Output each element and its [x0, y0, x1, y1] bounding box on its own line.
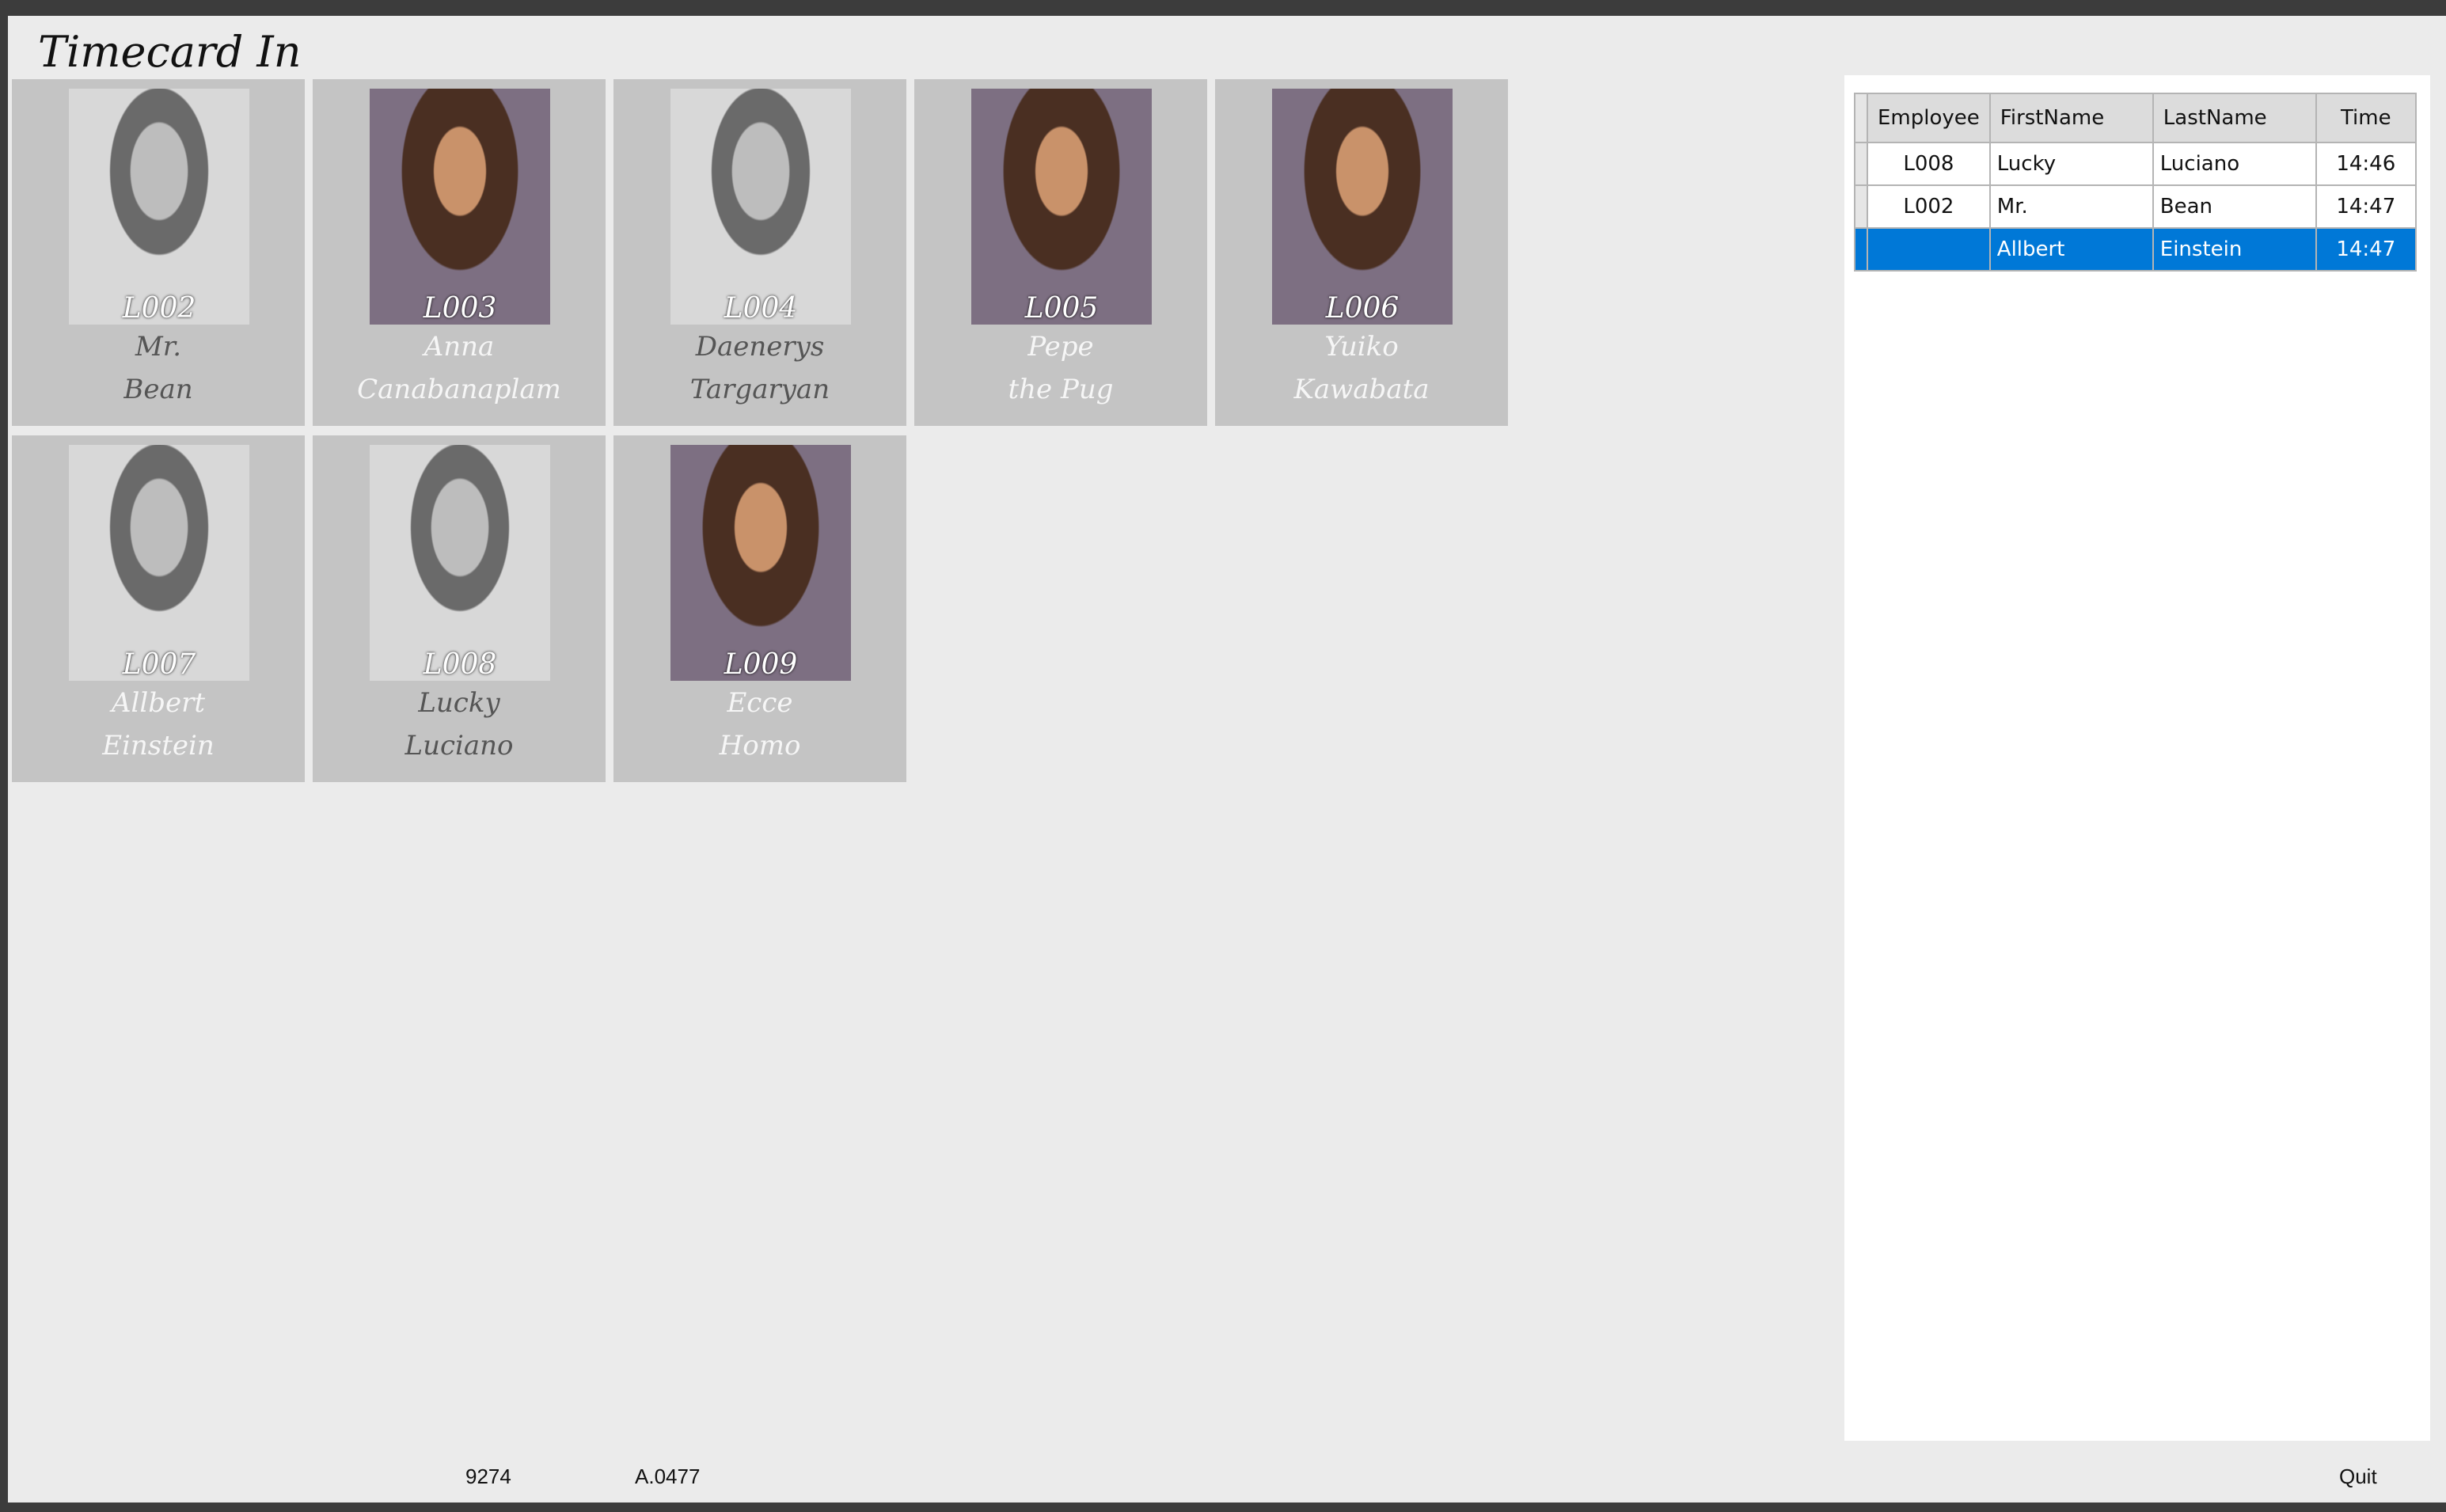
employee-first-name: Yuiko — [1324, 331, 1399, 363]
employee-first-name: Pepe — [1027, 331, 1094, 363]
employee-first-name: Mr. — [135, 331, 182, 363]
employee-id: L008 — [423, 648, 497, 681]
timecard-window: Timecard In L002 Mr. Bean L003 Anna Cana… — [8, 16, 2446, 1503]
employee-last-name: Kawabata — [1293, 374, 1430, 405]
employee-id: L003 — [423, 292, 497, 325]
employee-last-name: Einstein — [102, 730, 215, 762]
employee-id: L004 — [724, 292, 798, 325]
employee-last-name: Canabanaplam — [357, 374, 561, 405]
row-header[interactable] — [1854, 227, 1868, 272]
row-header[interactable] — [1854, 142, 1868, 186]
employee-tile-l003[interactable]: L003 Anna Canabanaplam — [313, 79, 606, 426]
cell-time[interactable]: 14:46 — [2315, 142, 2417, 186]
employee-photo: L004 — [670, 89, 851, 325]
employee-photo: L009 — [670, 445, 851, 681]
employee-id: L009 — [724, 648, 798, 681]
employee-tile-l002[interactable]: L002 Mr. Bean — [12, 79, 305, 426]
grid-header-row: Employee FirstName LastName Time — [1854, 93, 2417, 143]
table-row[interactable]: L002 Mr. Bean 14:47 — [1854, 184, 2417, 229]
employee-tile-l008[interactable]: L008 Lucky Luciano — [313, 435, 606, 782]
cell-firstname[interactable]: Allbert — [1988, 227, 2154, 272]
cell-time[interactable]: 14:47 — [2315, 184, 2417, 229]
employee-last-name: Homo — [719, 730, 801, 762]
employee-first-name: Ecce — [727, 687, 793, 719]
row-header[interactable] — [1854, 184, 1868, 229]
employee-first-name: Lucky — [418, 687, 500, 719]
employee-tile-l004[interactable]: L004 Daenerys Targaryan — [613, 79, 906, 426]
cell-firstname[interactable]: Mr. — [1988, 184, 2154, 229]
cell-employee[interactable] — [1867, 227, 1991, 272]
cell-employee[interactable]: L008 — [1867, 142, 1991, 186]
employee-tile-l007[interactable]: L007 Allbert Einstein — [12, 435, 305, 782]
employee-id: L002 — [122, 292, 196, 325]
employee-photo: L008 — [370, 445, 550, 681]
table-row[interactable]: L008 Lucky Luciano 14:46 — [1854, 142, 2417, 186]
row-header-corner — [1854, 93, 1868, 143]
cell-time[interactable]: 14:47 — [2315, 227, 2417, 272]
employee-first-name: Anna — [423, 331, 495, 363]
column-header-firstname[interactable]: FirstName — [1988, 93, 2154, 143]
employee-tile-l005[interactable]: L005 Pepe the Pug — [914, 79, 1207, 426]
column-header-lastname[interactable]: LastName — [2152, 93, 2317, 143]
employee-id: L006 — [1325, 292, 1400, 325]
timecard-grid[interactable]: Employee FirstName LastName Time L008 Lu… — [1844, 75, 2430, 1441]
quit-button[interactable]: Quit — [2339, 1465, 2377, 1489]
cell-employee[interactable]: L002 — [1867, 184, 1991, 229]
footer-code-2: A.0477 — [635, 1465, 701, 1488]
employee-last-name: the Pug — [1008, 374, 1114, 405]
employee-last-name: Bean — [123, 374, 193, 405]
employee-last-name: Targaryan — [689, 374, 830, 405]
column-header-employee[interactable]: Employee — [1867, 93, 1991, 143]
employee-first-name: Allbert — [111, 687, 206, 719]
column-header-time[interactable]: Time — [2315, 93, 2417, 143]
employee-id: L005 — [1024, 292, 1099, 325]
employee-photo: L007 — [69, 445, 249, 681]
cell-lastname[interactable]: Luciano — [2152, 142, 2317, 186]
cell-firstname[interactable]: Lucky — [1988, 142, 2154, 186]
employee-photo: L002 — [69, 89, 249, 325]
employee-tile-l006[interactable]: L006 Yuiko Kawabata — [1215, 79, 1508, 426]
employee-first-name: Daenerys — [695, 331, 825, 363]
cell-lastname[interactable]: Bean — [2152, 184, 2317, 229]
page-title: Timecard In — [38, 27, 302, 77]
employee-photo: L003 — [370, 89, 550, 325]
cell-lastname[interactable]: Einstein — [2152, 227, 2317, 272]
employee-photo: L005 — [971, 89, 1152, 325]
timecard-table: Employee FirstName LastName Time L008 Lu… — [1854, 93, 2417, 272]
employee-tile-l009[interactable]: L009 Ecce Homo — [613, 435, 906, 782]
employee-photo: L006 — [1272, 89, 1453, 325]
footer-code-1: 9274 — [465, 1465, 511, 1488]
employee-id: L007 — [122, 648, 196, 681]
employee-last-name: Luciano — [405, 730, 514, 762]
table-row-selected[interactable]: Allbert Einstein 14:47 — [1854, 227, 2417, 272]
